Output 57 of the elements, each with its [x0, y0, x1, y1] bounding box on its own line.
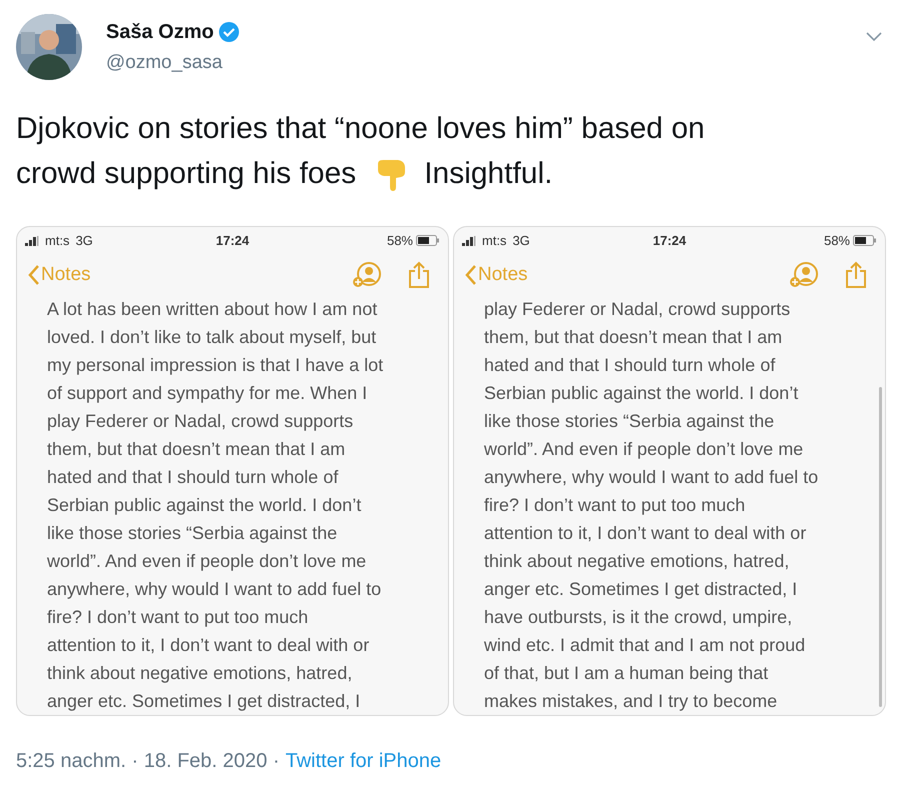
note-line: of support and sympathy for me. When I [47, 382, 368, 405]
note-line: like those stories “Serbia against the [47, 522, 338, 545]
note-line: of that, but I am a human being that [484, 662, 770, 685]
note-line: fire? I don’t want to put too much [47, 606, 310, 629]
note-line: anger etc. Sometimes I get distracted, I [47, 690, 362, 713]
note-line: attention to it, I don’t want to deal with or [47, 634, 370, 657]
battery-percent: 58% [824, 233, 850, 248]
note-line: Serbian public against the world. I don’t [484, 382, 800, 405]
clock: 17:24 [652, 233, 686, 248]
note-line: think about negative emotions, hatred, [47, 662, 354, 685]
note-line: Serbian public against the world. I don’t [47, 494, 362, 517]
signal-icon [25, 236, 39, 246]
source-link[interactable]: Twitter for iPhone [286, 750, 442, 773]
tweet-text: Insightful. [424, 156, 553, 192]
back-link[interactable]: Notes [27, 264, 91, 286]
share-icon[interactable] [845, 260, 867, 289]
battery-icon [853, 235, 877, 246]
carrier-label: mt:s [482, 233, 507, 248]
note-line: wind etc. I admit that and I am not proud [484, 634, 806, 657]
network-label: 3G [512, 233, 530, 248]
note-line: anger etc. Sometimes I get distracted, I [484, 578, 798, 601]
note-line: play Federer or Nadal, crowd supports [484, 298, 792, 321]
note-line: have outbursts, is it the crowd, umpire, [484, 606, 794, 629]
note-line: A lot has been written about how I am not [47, 298, 378, 321]
note-line: think about negative emotions, hatred, [484, 550, 790, 573]
author-handle: @ozmo_sasa [106, 52, 224, 74]
share-icon[interactable] [408, 260, 430, 289]
note-line: them, but that doesn’t mean that I am [47, 438, 346, 461]
note-line: anywhere, why would I want to add fuel to [47, 578, 382, 601]
tweet-text: Djokovic on stories that “noone loves him” based on [16, 111, 705, 147]
battery-percent: 58% [386, 233, 413, 248]
author-name: Saša Ozmo [106, 20, 214, 44]
note-line: like those stories “Serbia against the [484, 410, 776, 433]
note-line: them, but that doesn’t mean that I am [484, 326, 784, 349]
note-line: world”. And even if people don’t love me [484, 438, 804, 461]
note-line: anywhere, why would I want to add fuel to [484, 466, 820, 489]
add-person-icon[interactable] [789, 260, 819, 289]
clock: 17:24 [216, 233, 250, 248]
carrier-label: mt:s [45, 233, 70, 248]
note-line: loved. I don’t like to talk about myself, but [47, 326, 378, 349]
network-label: 3G [76, 233, 93, 248]
note-line: hated and that I should turn whole of [47, 466, 340, 489]
note-line: attention to it, I don’t want to deal with or [484, 522, 808, 545]
note-line: my personal impression is that I have a lot [47, 354, 384, 377]
note-line: world”. And even if people don’t love me [47, 550, 368, 573]
tweet-text: crowd supporting his foes [16, 156, 356, 192]
note-line: hated and that I should turn whole of [484, 354, 776, 377]
tweet-timestamp: 5:25 nachm. · 18. Feb. 2020 · [16, 750, 280, 773]
note-line: fire? I don’t want to put too much [484, 494, 746, 517]
note-line: play Federer or Nadal, crowd supports [47, 410, 354, 433]
battery-icon [416, 235, 440, 246]
chevron-left-icon [464, 264, 478, 286]
signal-icon [462, 236, 476, 246]
note-line: makes mistakes, and I try to become [484, 690, 778, 713]
add-person-icon[interactable] [352, 260, 382, 289]
back-link[interactable]: Notes [464, 264, 528, 286]
chevron-left-icon [27, 264, 41, 286]
